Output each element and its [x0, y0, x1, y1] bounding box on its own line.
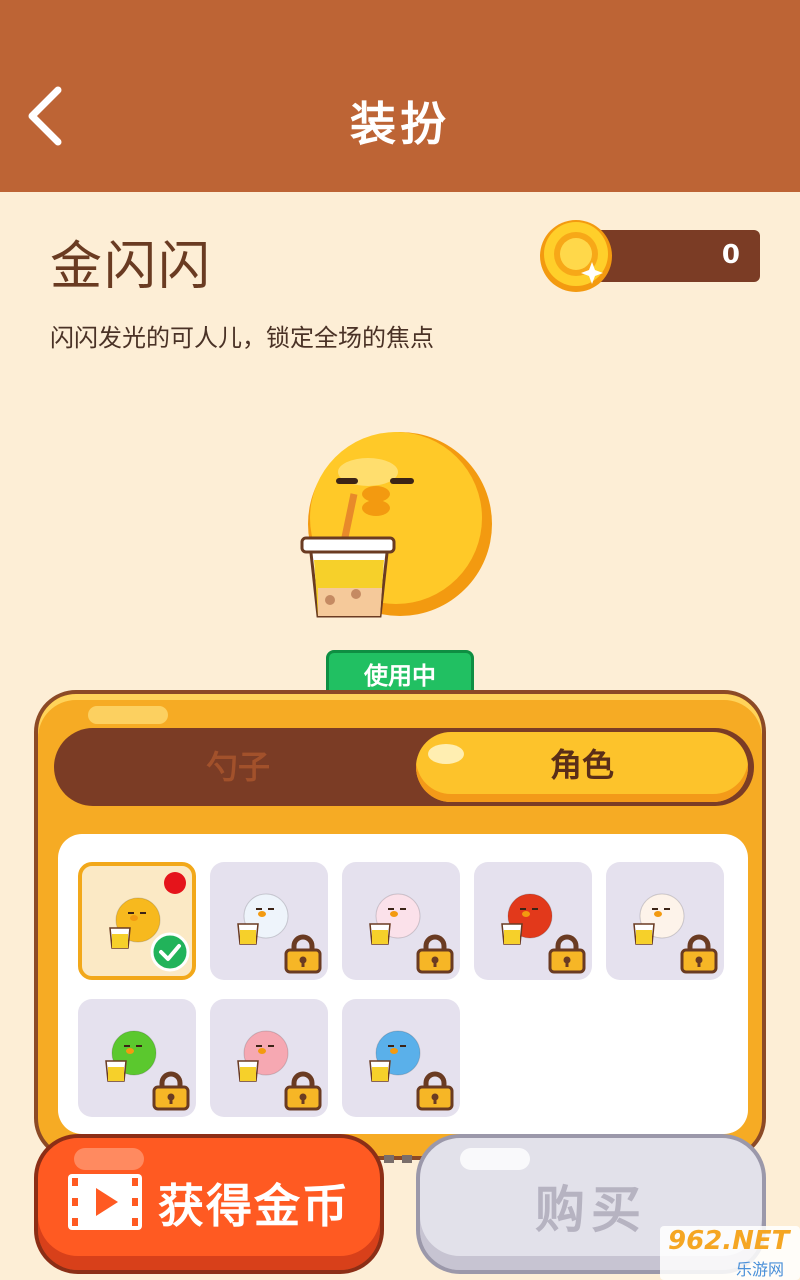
character-item-green[interactable] — [78, 999, 196, 1117]
character-item-yellow-chick[interactable] — [78, 862, 196, 980]
character-icon — [237, 893, 289, 945]
lock-icon — [284, 934, 322, 974]
watermark: 962.NET 乐游网 — [660, 1226, 800, 1280]
page-title: 装扮 — [350, 97, 450, 151]
tab-spoon[interactable]: 勺子 — [68, 728, 408, 806]
wardrobe-panel: 勺子 角色 — [34, 690, 766, 1160]
lock-icon — [416, 934, 454, 974]
character-item-chicken[interactable] — [606, 862, 724, 980]
character-item-blue[interactable] — [342, 999, 460, 1117]
character-icon — [105, 1030, 157, 1082]
character-item-bunny[interactable] — [342, 862, 460, 980]
lock-icon — [548, 934, 586, 974]
lock-icon — [284, 1071, 322, 1111]
lock-icon — [680, 934, 718, 974]
character-icon — [369, 893, 421, 945]
lock-icon — [152, 1071, 190, 1111]
coin-icon — [540, 220, 612, 292]
page-dot — [402, 1155, 412, 1163]
tab-shine — [428, 744, 464, 764]
character-icon — [369, 1030, 421, 1082]
character-item-rainbow-cloud[interactable] — [210, 862, 328, 980]
lock-icon — [416, 1071, 454, 1111]
new-badge-dot — [164, 872, 186, 894]
panel-shine — [88, 706, 168, 724]
watermark-top: 962.NET — [668, 1226, 790, 1256]
item-name: 金闪闪 — [50, 237, 213, 297]
character-icon — [501, 893, 553, 945]
item-description: 闪闪发光的可人儿，锁定全场的焦点 — [50, 324, 434, 352]
watermark-bottom: 乐游网 — [736, 1260, 785, 1279]
page-dot — [384, 1155, 394, 1163]
get-coins-button[interactable]: 获得金币 — [34, 1134, 384, 1274]
button-shine — [460, 1148, 530, 1170]
character-item-devil[interactable] — [474, 862, 592, 980]
tab-bar: 勺子 角色 — [54, 728, 754, 806]
top-bar: 装扮 — [0, 0, 800, 192]
character-item-pink[interactable] — [210, 999, 328, 1117]
coin-balance: 0 — [538, 218, 768, 294]
character-grid — [58, 834, 748, 1134]
character-icon — [237, 1030, 289, 1082]
tab-character-label: 角色 — [549, 746, 614, 784]
page-indicator — [384, 1155, 412, 1163]
character-preview — [300, 432, 492, 618]
character-icon — [633, 893, 685, 945]
coin-count: 0 — [721, 240, 740, 270]
video-icon — [68, 1174, 142, 1230]
get-coins-label: 获得金币 — [158, 1179, 350, 1233]
check-icon — [150, 932, 190, 972]
button-shine — [74, 1148, 144, 1170]
tab-character[interactable]: 角色 — [416, 732, 748, 802]
